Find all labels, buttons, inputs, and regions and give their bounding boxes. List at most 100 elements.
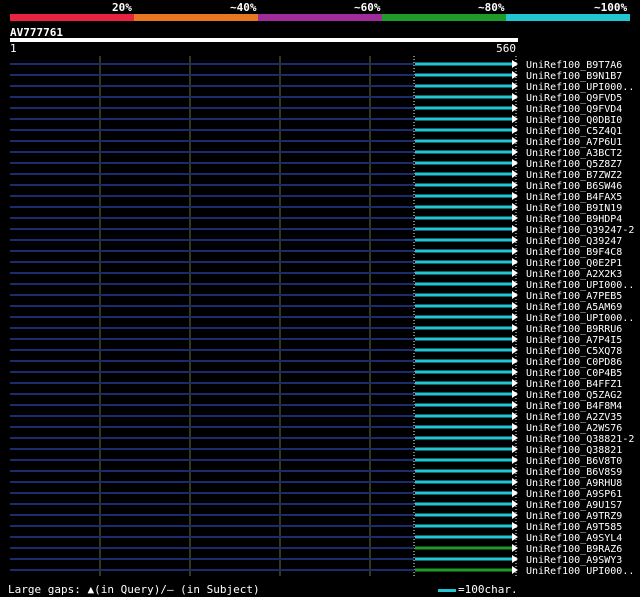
hit-label: UniRef100_Q0E2P1: [526, 258, 622, 269]
direction-arrow-icon: [512, 137, 518, 145]
direction-arrow-icon: [512, 181, 518, 189]
hit-label: UniRef100_B9IN19: [526, 203, 622, 214]
direction-arrow-icon: [512, 390, 518, 398]
hit-label: UniRef100_A2WS76: [526, 423, 622, 434]
hit-label: UniRef100_A9SYL4: [526, 533, 622, 544]
direction-arrow-icon: [512, 346, 518, 354]
direction-arrow-icon: [512, 159, 518, 167]
direction-arrow-icon: [512, 192, 518, 200]
hit-label: UniRef100_C5XQ78: [526, 346, 622, 357]
hit-label: UniRef100_Q0DBI0: [526, 115, 622, 126]
direction-arrow-icon: [512, 104, 518, 112]
scale-legend: =100char.: [438, 583, 518, 596]
hit-label: UniRef100_A2X2K3: [526, 269, 622, 280]
legend-label-80: ~80%: [478, 1, 505, 14]
direction-arrow-icon: [512, 247, 518, 255]
hit-label: UniRef100_Q39247: [526, 236, 622, 247]
hit-label: UniRef100_C0PD86: [526, 357, 622, 368]
ruler-end-label: 560: [496, 42, 516, 55]
hit-label: UniRef100_B6SW46: [526, 181, 622, 192]
direction-arrow-icon: [512, 368, 518, 376]
hit-label: UniRef100_Q39247-2: [526, 225, 634, 236]
direction-arrow-icon: [512, 280, 518, 288]
direction-arrow-icon: [512, 258, 518, 266]
scale-key-label: =100char.: [458, 583, 518, 596]
direction-arrow-icon: [512, 478, 518, 486]
hit-label: UniRef100_B4FFZ1: [526, 379, 622, 390]
identity-legend-bar: [10, 14, 630, 21]
hit-label: UniRef100_A9SWY3: [526, 555, 622, 566]
hit-label: UniRef100_A3BCT2: [526, 148, 622, 159]
direction-arrow-icon: [512, 236, 518, 244]
hit-label: UniRef100_A9TRZ9: [526, 511, 622, 522]
hit-label: UniRef100_C5Z4Q1: [526, 126, 622, 137]
hit-label: UniRef100_UPI000..: [526, 280, 634, 291]
hit-label: UniRef100_A2ZV35: [526, 412, 622, 423]
direction-arrow-icon: [512, 533, 518, 541]
scale-key-line: [438, 588, 456, 592]
legend-seg-20: [10, 14, 134, 21]
direction-arrow-icon: [512, 434, 518, 442]
query-ruler: 1 560: [10, 42, 518, 56]
direction-arrow-icon: [512, 401, 518, 409]
hit-label: UniRef100_B9T7A6: [526, 60, 622, 71]
hit-label: UniRef100_A9T585: [526, 522, 622, 533]
hit-label: UniRef100_B4F8M4: [526, 401, 622, 412]
hit-label: UniRef100_A5AM69: [526, 302, 622, 313]
hit-label: UniRef100_B4FAX5: [526, 192, 622, 203]
direction-arrow-icon: [512, 489, 518, 497]
hit-label: UniRef100_C0P4B5: [526, 368, 622, 379]
hit-label: UniRef100_B6V8T0: [526, 456, 622, 467]
direction-arrow-icon: [512, 115, 518, 123]
legend-seg-80: [382, 14, 506, 21]
direction-arrow-icon: [512, 71, 518, 79]
hit-label: UniRef100_B7ZWZ2: [526, 170, 622, 181]
direction-arrow-icon: [512, 170, 518, 178]
direction-arrow-icon: [512, 203, 518, 211]
hit-label: UniRef100_B9N1B7: [526, 71, 622, 82]
direction-arrow-icon: [512, 555, 518, 563]
gaps-legend: Large gaps: ▲(in Query)/– (in Subject): [8, 583, 260, 596]
direction-arrow-icon: [512, 60, 518, 68]
legend-seg-40: [134, 14, 258, 21]
hit-label: UniRef100_Q38821: [526, 445, 622, 456]
hit-label: UniRef100_A9RHU8: [526, 478, 622, 489]
direction-arrow-icon: [512, 225, 518, 233]
direction-arrow-icon: [512, 93, 518, 101]
hit-label: UniRef100_UPI000..: [526, 313, 634, 324]
legend-label-20: 20%: [112, 1, 132, 14]
hit-label: UniRef100_B9HDP4: [526, 214, 622, 225]
hit-label: UniRef100_B9F4C8: [526, 247, 622, 258]
direction-arrow-icon: [512, 324, 518, 332]
direction-arrow-icon: [512, 445, 518, 453]
legend-seg-100: [506, 14, 630, 21]
direction-arrow-icon: [512, 522, 518, 530]
hit-label: UniRef100_UPI000..: [526, 82, 634, 93]
hit-label: UniRef100_A7P4I5: [526, 335, 622, 346]
direction-arrow-icon: [512, 335, 518, 343]
alignment-plot: UniRef100_B9T7A6UniRef100_B9N1B7UniRef10…: [10, 56, 634, 576]
direction-arrow-icon: [512, 357, 518, 365]
direction-arrow-icon: [512, 148, 518, 156]
legend-label-40: ~40%: [230, 1, 257, 14]
direction-arrow-icon: [512, 82, 518, 90]
direction-arrow-icon: [512, 423, 518, 431]
direction-arrow-icon: [512, 269, 518, 277]
ruler-start-label: 1: [10, 42, 17, 55]
hit-label: UniRef100_Q9FVD4: [526, 104, 622, 115]
legend-label-100: ~100%: [594, 1, 628, 14]
hit-label: UniRef100_A7PEB5: [526, 291, 622, 302]
direction-arrow-icon: [512, 566, 518, 574]
hit-label: UniRef100_Q38821-2: [526, 434, 634, 445]
direction-arrow-icon: [512, 544, 518, 552]
direction-arrow-icon: [512, 302, 518, 310]
hit-label: UniRef100_B6V8S9: [526, 467, 622, 478]
hit-label: UniRef100_B9RAZ6: [526, 544, 622, 555]
direction-arrow-icon: [512, 214, 518, 222]
direction-arrow-icon: [512, 467, 518, 475]
legend-label-60: ~60%: [354, 1, 381, 14]
direction-arrow-icon: [512, 291, 518, 299]
hit-label: UniRef100_A9U1S7: [526, 500, 622, 511]
direction-arrow-icon: [512, 412, 518, 420]
legend-seg-60: [258, 14, 382, 21]
